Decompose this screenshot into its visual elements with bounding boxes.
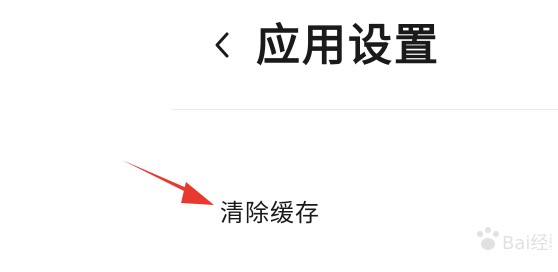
header-divider bbox=[172, 109, 558, 110]
watermark-text: Bai经验 bbox=[502, 233, 552, 254]
page-title: 应用设置 bbox=[256, 20, 440, 71]
back-button[interactable] bbox=[204, 22, 240, 68]
app-settings-page: 应用设置 清除缓存 Bai经验 bbox=[0, 0, 558, 272]
baidu-jingyan-watermark: Bai经验 bbox=[420, 220, 558, 260]
chevron-left-icon bbox=[215, 32, 229, 58]
settings-item-label: 清除缓存 bbox=[220, 198, 320, 227]
paw-logo-icon: Bai经验 bbox=[477, 227, 558, 254]
